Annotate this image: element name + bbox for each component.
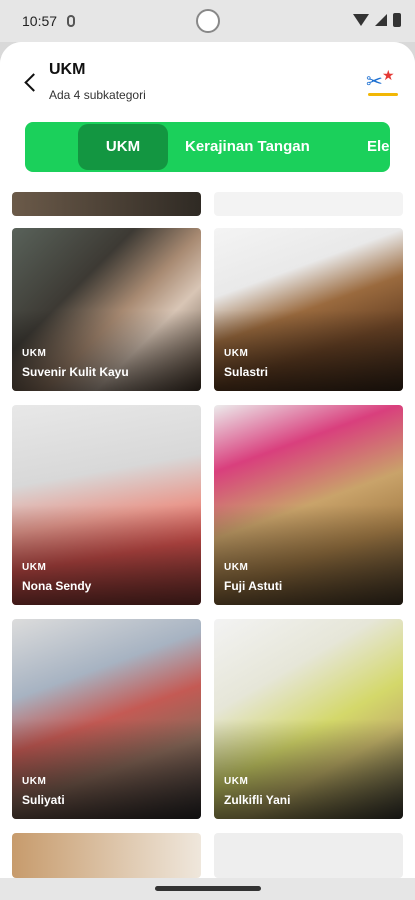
- grid-card-partial[interactable]: [214, 833, 403, 878]
- subcategory-tabs: UKM Kerajinan Tangan Elel: [25, 122, 390, 172]
- back-arrow-icon: [23, 72, 43, 92]
- back-button[interactable]: [18, 68, 43, 96]
- grid-card-partial[interactable]: [214, 192, 403, 216]
- merchant-card[interactable]: UKM Nona Sendy: [12, 405, 201, 605]
- card-category: UKM: [224, 562, 249, 573]
- star-icon: ★: [382, 67, 395, 83]
- status-bar: 10:57: [0, 0, 415, 42]
- tab-elektronik[interactable]: Elel: [367, 122, 390, 172]
- merchant-card[interactable]: UKM Zulkifli Yani: [214, 619, 403, 819]
- signal-icon: [375, 14, 387, 26]
- card-category: UKM: [22, 348, 47, 359]
- card-category: UKM: [22, 776, 47, 787]
- microphone-icon: [67, 15, 76, 27]
- page-subtitle: Ada 4 subkategori: [49, 88, 146, 102]
- navigation-bar: [0, 878, 415, 900]
- card-title: Fuji Astuti: [224, 579, 283, 593]
- grid-card-partial[interactable]: [12, 833, 201, 878]
- merchant-card[interactable]: UKM Sulastri: [214, 228, 403, 391]
- app-logo: ✂ ★: [364, 64, 400, 100]
- merchant-grid: UKM Suvenir Kulit Kayu UKM Sulastri UKM …: [0, 192, 415, 878]
- card-title: Zulkifli Yani: [224, 793, 291, 807]
- camera-cutout: [196, 9, 220, 33]
- status-icons: [353, 13, 401, 27]
- status-time: 10:57: [22, 13, 58, 29]
- card-title: Suvenir Kulit Kayu: [22, 365, 129, 379]
- battery-icon: [393, 13, 401, 27]
- home-indicator[interactable]: [155, 886, 261, 891]
- card-category: UKM: [224, 348, 249, 359]
- page-title: UKM: [49, 61, 86, 78]
- scissors-icon: ✂: [366, 71, 383, 93]
- card-title: Sulastri: [224, 365, 269, 379]
- wifi-icon: [353, 14, 369, 26]
- app-screen: UKM Ada 4 subkategori ✂ ★ UKM Kerajinan …: [0, 42, 415, 878]
- merchant-card[interactable]: UKM Suliyati: [12, 619, 201, 819]
- card-category: UKM: [224, 776, 249, 787]
- card-title: Suliyati: [22, 793, 65, 807]
- card-category: UKM: [22, 562, 47, 573]
- tab-ukm[interactable]: UKM: [78, 124, 168, 170]
- merchant-card[interactable]: UKM Fuji Astuti: [214, 405, 403, 605]
- grid-card-partial[interactable]: [12, 192, 201, 216]
- tab-kerajinan-tangan[interactable]: Kerajinan Tangan: [185, 122, 310, 172]
- merchant-card[interactable]: UKM Suvenir Kulit Kayu: [12, 228, 201, 391]
- card-title: Nona Sendy: [22, 579, 92, 593]
